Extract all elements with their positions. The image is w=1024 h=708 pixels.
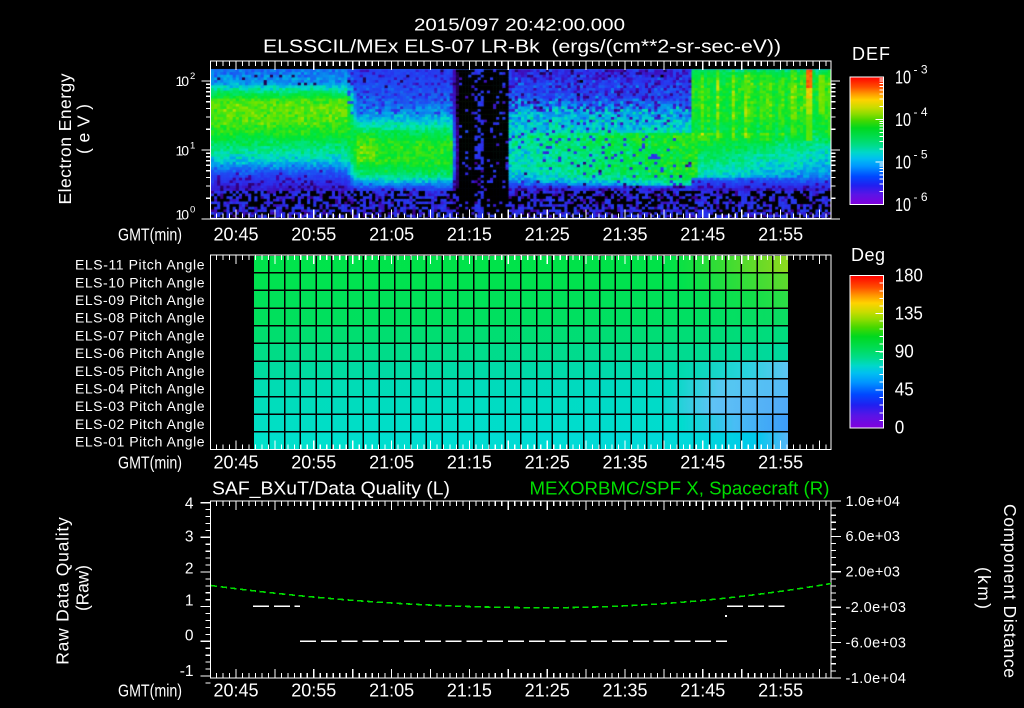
svg-text:10: 10 <box>895 67 911 87</box>
svg-text:20:55: 20:55 <box>291 452 336 472</box>
svg-text:10: 10 <box>895 152 911 172</box>
svg-text:10: 10 <box>176 143 190 159</box>
svg-text:-4: -4 <box>914 105 928 119</box>
svg-text:-6.0e+03: -6.0e+03 <box>846 635 907 651</box>
svg-text:10: 10 <box>176 73 190 89</box>
svg-text:90: 90 <box>895 342 914 362</box>
svg-text:20:45: 20:45 <box>213 224 258 244</box>
svg-text:180: 180 <box>895 265 923 285</box>
svg-text:GMT(min): GMT(min) <box>118 680 182 700</box>
svg-text:SAF_BXuT/Data Quality (L): SAF_BXuT/Data Quality (L) <box>212 479 450 500</box>
svg-text:21:45: 21:45 <box>680 680 725 700</box>
svg-text:21:25: 21:25 <box>525 224 570 244</box>
svg-text:45: 45 <box>895 380 914 400</box>
svg-text:-1: -1 <box>180 663 194 680</box>
svg-text:ELS-08 Pitch Angle: ELS-08 Pitch Angle <box>75 310 205 326</box>
svg-text:GMT(min): GMT(min) <box>118 452 182 472</box>
svg-text:0: 0 <box>895 418 905 438</box>
svg-text:2: 2 <box>190 71 195 82</box>
svg-text:21:15: 21:15 <box>447 452 492 472</box>
svg-text:2.0e+03: 2.0e+03 <box>846 565 901 581</box>
svg-text:ELS-04 Pitch Angle: ELS-04 Pitch Angle <box>75 381 205 397</box>
svg-text:Component Distance: Component Distance <box>1000 504 1020 678</box>
svg-text:21:05: 21:05 <box>369 224 414 244</box>
svg-text:21:25: 21:25 <box>525 680 570 700</box>
svg-text:ELS-05 Pitch Angle: ELS-05 Pitch Angle <box>75 363 205 379</box>
svg-text:-3: -3 <box>914 62 928 76</box>
svg-text:21:35: 21:35 <box>602 224 647 244</box>
svg-text:GMT(min): GMT(min) <box>118 224 182 244</box>
svg-text:1: 1 <box>185 593 194 610</box>
svg-text:(Raw): (Raw) <box>73 565 93 611</box>
svg-text:21:55: 21:55 <box>758 680 803 700</box>
svg-text:0: 0 <box>190 205 195 216</box>
svg-text:ELS-11 Pitch Angle: ELS-11 Pitch Angle <box>75 257 205 273</box>
svg-text:20:45: 20:45 <box>213 452 258 472</box>
svg-text:0: 0 <box>185 628 194 645</box>
svg-text:-1.0e+04: -1.0e+04 <box>846 671 907 687</box>
svg-text:ELS-06 Pitch Angle: ELS-06 Pitch Angle <box>75 345 205 361</box>
svg-text:DEF: DEF <box>852 44 891 64</box>
svg-text:4: 4 <box>185 495 194 512</box>
svg-text:135: 135 <box>895 303 923 323</box>
svg-text:20:45: 20:45 <box>213 680 258 700</box>
svg-text:6.0e+03: 6.0e+03 <box>846 529 901 545</box>
svg-text:2: 2 <box>185 561 194 578</box>
svg-text:MEXORBMC/SPF X, Spacecraft (R): MEXORBMC/SPF X, Spacecraft (R) <box>530 479 830 499</box>
svg-text:ELS-03 Pitch Angle: ELS-03 Pitch Angle <box>75 398 205 414</box>
svg-text:21:55: 21:55 <box>758 452 803 472</box>
svg-text:Raw Data Quality: Raw Data Quality <box>53 517 73 665</box>
svg-text:21:35: 21:35 <box>602 452 647 472</box>
svg-text:ELS-10 Pitch Angle: ELS-10 Pitch Angle <box>75 274 205 290</box>
svg-text:2015/097 20:42:00.000: 2015/097 20:42:00.000 <box>414 15 625 35</box>
svg-text:ELS-02 Pitch Angle: ELS-02 Pitch Angle <box>75 416 205 432</box>
svg-text:ELS-09 Pitch Angle: ELS-09 Pitch Angle <box>75 292 205 308</box>
svg-text:10: 10 <box>176 207 190 223</box>
svg-text:-6: -6 <box>914 190 928 204</box>
svg-text:ELSSCIL/MEx ELS-07 LR-Bk (erg: ELSSCIL/MEx ELS-07 LR-Bk (ergs/(cm**2-sr… <box>263 37 781 57</box>
svg-text:21:25: 21:25 <box>525 452 570 472</box>
svg-text:(eV): (eV) <box>74 104 94 154</box>
svg-text:21:15: 21:15 <box>447 224 492 244</box>
svg-text:ELS-01 Pitch Angle: ELS-01 Pitch Angle <box>75 434 205 450</box>
svg-text:21:05: 21:05 <box>369 452 414 472</box>
svg-text:1: 1 <box>190 141 195 152</box>
svg-text:ELS-07 Pitch Angle: ELS-07 Pitch Angle <box>75 327 205 343</box>
svg-text:21:45: 21:45 <box>680 452 725 472</box>
svg-text:1.0e+04: 1.0e+04 <box>846 494 901 510</box>
svg-text:(km): (km) <box>974 567 994 609</box>
svg-text:Electron Energy: Electron Energy <box>55 73 75 204</box>
svg-text:-2.0e+03: -2.0e+03 <box>846 600 907 616</box>
svg-text:Deg: Deg <box>851 245 886 265</box>
svg-text:21:35: 21:35 <box>602 680 647 700</box>
svg-text:21:15: 21:15 <box>447 680 492 700</box>
svg-text:21:55: 21:55 <box>758 224 803 244</box>
svg-text:21:05: 21:05 <box>369 680 414 700</box>
svg-text:21:45: 21:45 <box>680 224 725 244</box>
svg-text:20:55: 20:55 <box>291 680 336 700</box>
svg-text:10: 10 <box>895 195 911 215</box>
svg-text:20:55: 20:55 <box>291 224 336 244</box>
svg-text:-5: -5 <box>914 147 928 161</box>
svg-text:10: 10 <box>895 110 911 130</box>
svg-text:3: 3 <box>185 528 194 545</box>
